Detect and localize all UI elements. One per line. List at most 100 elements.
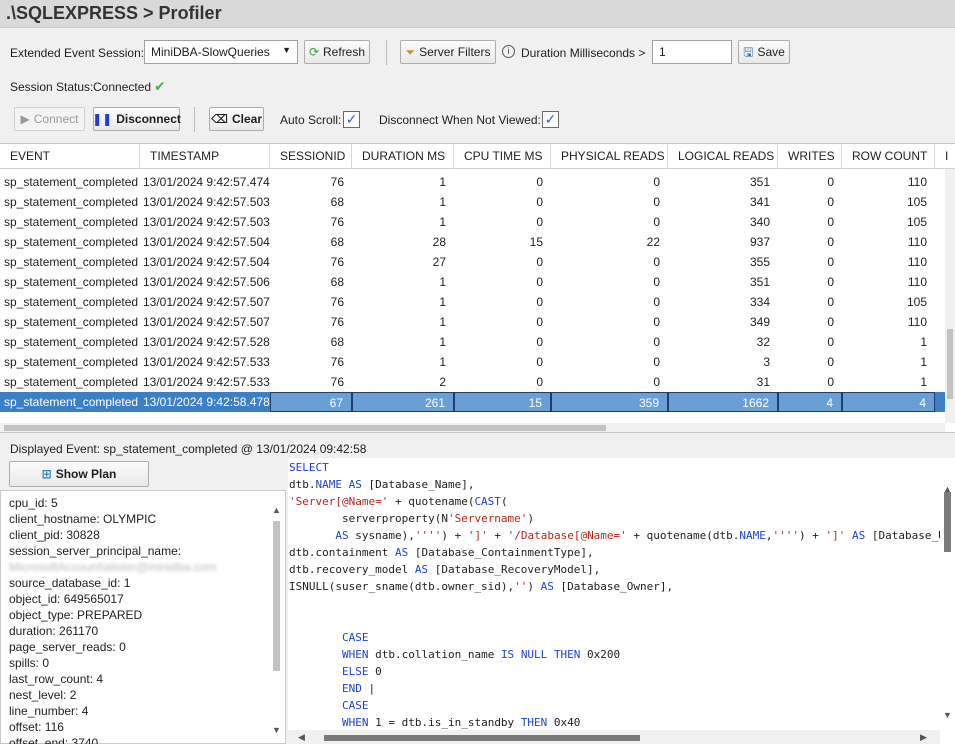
cell-timestamp: 13/01/2024 9:42:58.478: [143, 395, 270, 409]
table-row[interactable]: sp_statement_completed 13/01/2024 9:42:57…: [0, 232, 945, 252]
cell-physical-reads: 0: [653, 315, 660, 329]
column-header-row-count[interactable]: ROW COUNT: [842, 144, 935, 169]
cell-event: sp_statement_completed: [4, 295, 139, 309]
table-row[interactable]: sp_statement_completed 13/01/2024 9:42:57…: [0, 172, 945, 192]
table-row[interactable]: sp_statement_completed 13/01/2024 9:42:57…: [0, 372, 945, 392]
cell-physical-reads: 0: [653, 195, 660, 209]
cell-cpu-time: 15: [529, 235, 543, 249]
cell-physical-reads: 359: [551, 392, 668, 412]
cell-writes: 0: [827, 195, 834, 209]
table-row[interactable]: sp_statement_completed 13/01/2024 9:42:57…: [0, 212, 945, 232]
cell-logical-reads: 351: [749, 175, 770, 189]
cell-row-count: 110: [907, 315, 927, 329]
cell-sessionid: 68: [330, 235, 344, 249]
cell-cpu-time: 0: [536, 215, 543, 229]
sql-line: ISNULL(suser_sname(dtb.owner_sid),'') AS…: [289, 580, 674, 593]
clear-button[interactable]: ⌫ Clear: [209, 107, 264, 131]
server-filters-button[interactable]: ⏷ Server Filters: [400, 40, 496, 64]
grid-horizontal-scrollbar[interactable]: [0, 423, 945, 432]
displayed-event-label: Displayed Event: sp_statement_completed …: [10, 442, 367, 456]
cell-row-count: 1: [920, 335, 927, 349]
cell-timestamp: 13/01/2024 9:42:57.533: [143, 355, 270, 369]
cell-logical-reads: 341: [749, 195, 770, 209]
column-header-more[interactable]: I: [935, 144, 955, 169]
cell-sessionid: 68: [330, 195, 344, 209]
cell-event: sp_statement_completed: [4, 375, 139, 389]
cell-duration: 1: [439, 275, 446, 289]
cell-writes: 0: [827, 295, 834, 309]
grid-vertical-scrollbar[interactable]: [945, 169, 955, 423]
sql-line: WHEN 1 = dtb.is_in_standby THEN 0x40: [341, 716, 581, 729]
sql-scroll-left-icon[interactable]: ◀: [298, 732, 305, 743]
show-plan-button[interactable]: ⊞ Show Plan: [9, 461, 149, 487]
table-row[interactable]: sp_statement_completed 13/01/2024 9:42:57…: [0, 252, 945, 272]
column-header-sessionid[interactable]: SESSIONID: [270, 144, 352, 169]
table-row[interactable]: sp_statement_completed 13/01/2024 9:42:57…: [0, 292, 945, 312]
disconnect-button[interactable]: ❚❚ Disconnect: [92, 107, 181, 131]
grid-vscroll-thumb[interactable]: [947, 329, 953, 399]
refresh-button[interactable]: ⟳ Refresh: [304, 40, 370, 64]
sql-line: serverproperty(N'Servername'): [289, 512, 535, 525]
cell-timestamp: 13/01/2024 9:42:57.528: [143, 335, 270, 349]
column-header-event[interactable]: EVENT: [0, 144, 140, 169]
table-row[interactable]: sp_statement_completed 13/01/2024 9:42:57…: [0, 272, 945, 292]
cell-row-count: 110: [907, 175, 927, 189]
property-item: client_hostname: OLYMPIC: [9, 512, 157, 526]
column-header-duration[interactable]: DURATION MS: [352, 144, 454, 169]
cell-cpu-time: 0: [536, 275, 543, 289]
sql-scroll-down-icon[interactable]: ▼: [943, 710, 952, 720]
session-select[interactable]: MiniDBA-SlowQueries ▼: [144, 40, 298, 64]
column-header-logical-reads[interactable]: LOGICAL READS: [668, 144, 778, 169]
grid-hscroll-thumb[interactable]: [4, 425, 606, 431]
column-header-writes[interactable]: WRITES: [778, 144, 842, 169]
table-row[interactable]: sp_statement_completed 13/01/2024 9:42:57…: [0, 332, 945, 352]
cell-row-count: 1: [920, 375, 927, 389]
cell-writes: 0: [827, 275, 834, 289]
cell-cpu-time: 0: [536, 315, 543, 329]
clear-label: Clear: [231, 112, 262, 126]
column-header-timestamp[interactable]: TIMESTAMP: [140, 144, 270, 169]
scroll-down-icon[interactable]: ▼: [272, 725, 281, 735]
column-header-cpu-time[interactable]: CPU TIME MS: [454, 144, 551, 169]
disconnect-not-viewed-checkbox[interactable]: ✓: [542, 111, 559, 128]
property-item: duration: 261170: [9, 624, 99, 638]
cell-event: sp_statement_completed: [4, 235, 139, 249]
duration-label: Duration Milliseconds >: [521, 46, 646, 60]
cell-sessionid: 76: [330, 215, 344, 229]
sql-scroll-right-icon[interactable]: ▶: [920, 732, 927, 743]
table-row-selected[interactable]: sp_statement_completed 13/01/2024 9:42:58…: [0, 392, 945, 412]
properties-scrollbar[interactable]: ▲ ▼: [269, 503, 285, 743]
cell-duration: 1: [439, 215, 446, 229]
properties-scroll-thumb[interactable]: [273, 521, 280, 671]
cell-sessionid: 76: [330, 175, 344, 189]
auto-scroll-checkbox[interactable]: ✓: [343, 111, 360, 128]
cell-duration: 1: [439, 315, 446, 329]
sql-horizontal-scrollbar[interactable]: ◀ ▶: [288, 730, 940, 744]
sql-vertical-scrollbar[interactable]: ▲ ▼: [940, 484, 955, 720]
refresh-icon: ⟳: [308, 45, 320, 59]
table-row[interactable]: sp_statement_completed 13/01/2024 9:42:57…: [0, 352, 945, 372]
table-row[interactable]: sp_statement_completed 13/01/2024 9:42:57…: [0, 312, 945, 332]
chevron-down-icon: ▼: [282, 45, 291, 55]
toolbar-divider: [386, 40, 387, 65]
property-item: offset_end: 3740: [9, 736, 99, 744]
cell-event: sp_statement_completed: [4, 255, 139, 269]
duration-input[interactable]: 1: [652, 40, 732, 64]
refresh-label: Refresh: [323, 45, 366, 59]
cell-timestamp: 13/01/2024 9:42:57.504: [143, 235, 270, 249]
sql-line: WHEN dtb.collation_name IS NULL THEN 0x2…: [341, 648, 621, 661]
column-header-physical-reads[interactable]: PHYSICAL READS: [551, 144, 668, 169]
cell-logical-reads: 3: [763, 355, 770, 369]
eraser-icon: ⌫: [211, 112, 228, 126]
duration-input-value: 1: [659, 45, 666, 59]
sql-vscroll-thumb[interactable]: [944, 492, 951, 552]
table-row[interactable]: sp_statement_completed 13/01/2024 9:42:57…: [0, 192, 945, 212]
save-button[interactable]: 🖫 Save: [738, 40, 790, 64]
scroll-up-icon[interactable]: ▲: [272, 505, 281, 515]
sql-hscroll-thumb[interactable]: [324, 735, 640, 741]
check-icon: ✔: [154, 78, 166, 94]
sql-text-panel[interactable]: SELECT dtb.NAME AS [Database_Name], 'Serve…: [288, 458, 955, 744]
connect-button[interactable]: ▶ Connect: [14, 107, 85, 131]
cell-row-count: 105: [906, 215, 927, 229]
cell-logical-reads: 32: [756, 335, 770, 349]
